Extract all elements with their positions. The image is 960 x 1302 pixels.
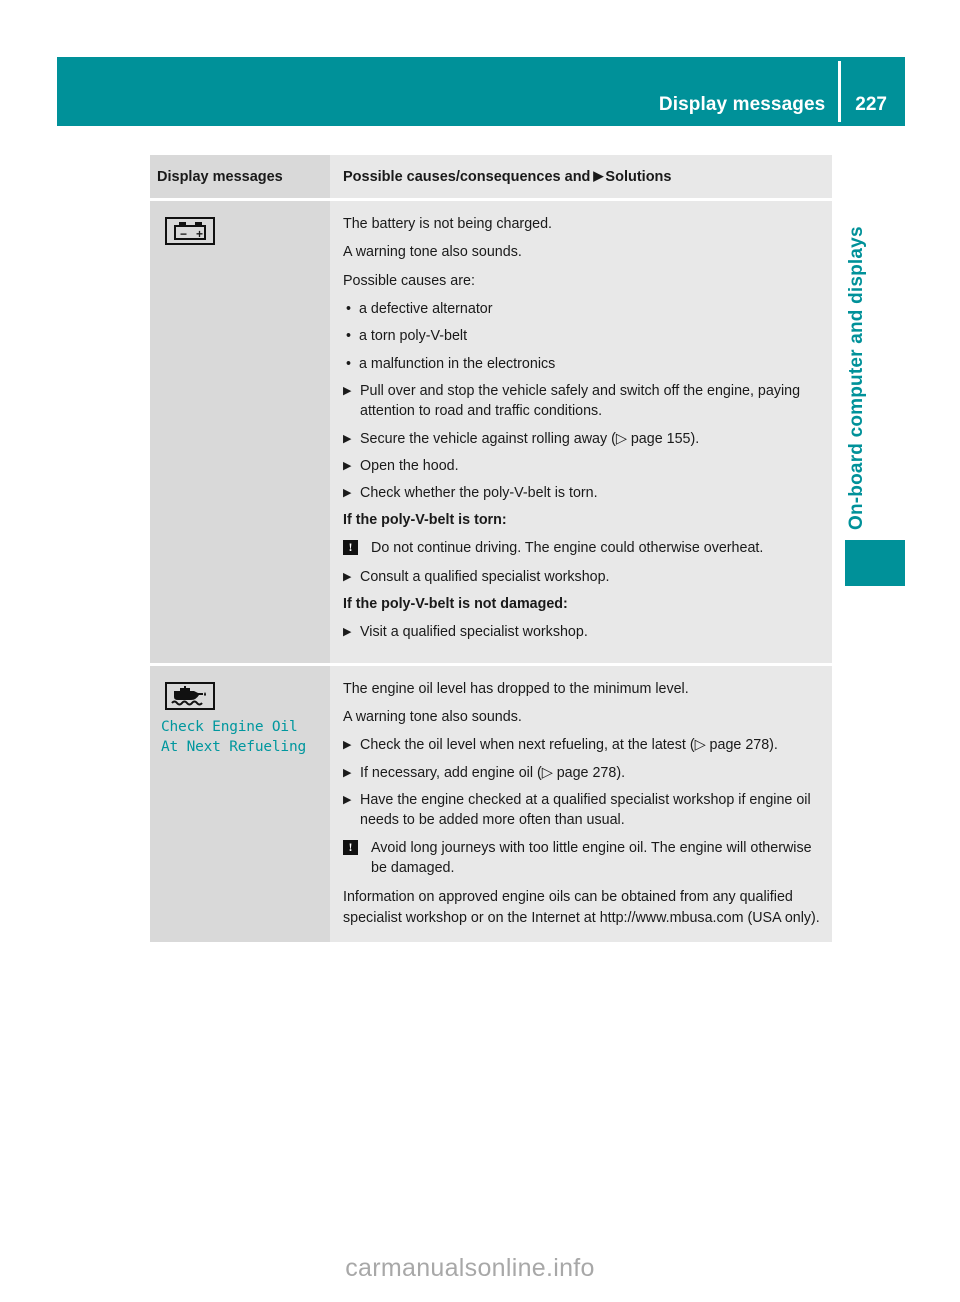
action-step-label: If necessary, add engine oil (▷ page 278… bbox=[360, 764, 626, 781]
column-header-solutions-suffix: Solutions bbox=[605, 169, 672, 185]
action-triangle-icon: ▶ bbox=[343, 487, 352, 500]
table-header-cell-solutions: Possible causes/consequences and ▶ Solutio… bbox=[330, 155, 832, 199]
action-step: ▶ Check the oil level when next refueling… bbox=[343, 735, 820, 755]
action-step-label: Pull over and stop the vehicle safely an… bbox=[360, 382, 801, 420]
paragraph: A warning tone also sounds. bbox=[343, 709, 522, 726]
paragraph: A warning tone also sounds. bbox=[343, 244, 522, 261]
watermark: carmanualsonline.info bbox=[345, 1254, 595, 1282]
action-triangle-icon: ▶ bbox=[343, 384, 352, 397]
action-triangle-icon: ▶ bbox=[343, 570, 352, 583]
cause-list-item-label: a defective alternator bbox=[359, 301, 493, 318]
cause-list-item: • a torn poly-V-belt bbox=[343, 326, 820, 346]
cause-list-item: • a defective alternator bbox=[343, 299, 820, 319]
warning-note-label: Do not continue driving. The engine coul… bbox=[371, 539, 764, 556]
action-triangle-icon: ▶ bbox=[343, 739, 352, 752]
action-step-label: Check whether the poly-V-belt is torn. bbox=[360, 485, 598, 502]
action-step: ▶ Visit a qualified specialist workshop. bbox=[343, 622, 820, 642]
action-step: ▶ Consult a qualified specialist workshop… bbox=[343, 567, 820, 587]
paragraph: Possible causes are: bbox=[343, 272, 475, 289]
column-header-solutions: Possible causes/consequences and ▶ Solutio… bbox=[343, 168, 820, 186]
table-row: Check Engine Oil At Next Refueling The e… bbox=[150, 665, 832, 942]
action-step-label: Secure the vehicle against rolling away … bbox=[360, 430, 700, 447]
column-header-solutions-prefix: Possible causes/consequences and bbox=[343, 169, 591, 185]
display-messages-table: Display messages Possible causes/consequ… bbox=[150, 155, 832, 942]
battery-plus-sign: + bbox=[196, 227, 204, 242]
row-content-cell-engine-oil: The engine oil level has dropped to the … bbox=[330, 665, 832, 942]
warning-exclamation-icon: ! bbox=[343, 539, 358, 555]
warning-exclamation-icon: ! bbox=[343, 839, 358, 855]
action-step-label: Have the engine checked at a qualified s… bbox=[360, 792, 811, 829]
table-row: − + The battery is not being charged. A w… bbox=[150, 201, 832, 663]
paragraph: Information on approved engine oils can … bbox=[343, 889, 820, 926]
action-step-label: Check the oil level when next refueling,… bbox=[360, 737, 778, 754]
action-triangle-icon: ▶ bbox=[343, 625, 352, 638]
display-message-text: Check Engine Oil At Next Refueling bbox=[161, 718, 307, 756]
page-number: 227 bbox=[855, 94, 887, 115]
action-step: ▶ Have the engine checked at a qualified … bbox=[343, 790, 820, 831]
warning-note: ! Do not continue driving. The engine cou… bbox=[343, 538, 820, 558]
action-triangle-icon: ▶ bbox=[343, 459, 352, 472]
table-header-row: Display messages Possible causes/consequ… bbox=[150, 155, 832, 199]
action-triangle-icon: ▶ bbox=[343, 794, 352, 807]
cause-list-item-label: a torn poly-V-belt bbox=[359, 328, 468, 345]
sub-heading: If the poly-V-belt is torn: bbox=[343, 512, 507, 529]
cause-list-item-label: a malfunction in the electronics bbox=[359, 355, 556, 372]
paragraph: The battery is not being charged. bbox=[343, 216, 553, 233]
bullet-icon: • bbox=[346, 328, 352, 345]
section-tab-marker bbox=[845, 540, 905, 586]
solutions-triangle-icon: ▶ bbox=[593, 168, 604, 183]
bullet-icon: • bbox=[346, 301, 352, 318]
row-message-cell-engine-oil: Check Engine Oil At Next Refueling bbox=[150, 665, 330, 942]
page-title: Display messages bbox=[658, 94, 826, 115]
column-header-display-messages: Display messages bbox=[157, 169, 283, 185]
action-step: ▶ Open the hood. bbox=[343, 456, 820, 476]
action-step-label: Open the hood. bbox=[360, 457, 459, 474]
warning-note: ! Avoid long journeys with too little eng… bbox=[343, 838, 820, 879]
warning-note-label: Avoid long journeys with too little engi… bbox=[371, 839, 812, 876]
engine-oil-glyph bbox=[171, 685, 206, 706]
engine-oil-icon bbox=[165, 681, 215, 710]
page-header-bar: Display messages 227 bbox=[57, 57, 905, 126]
row-content-cell-battery: The battery is not being charged. A warni… bbox=[330, 201, 832, 663]
paragraph: The engine oil level has dropped to the … bbox=[343, 680, 689, 697]
cause-list-item: • a malfunction in the electronics bbox=[343, 354, 820, 374]
bullet-icon: • bbox=[346, 355, 352, 372]
action-step: ▶ Check whether the poly-V-belt is torn. bbox=[343, 483, 820, 503]
sub-heading: If the poly-V-belt is not damaged: bbox=[343, 596, 568, 613]
action-triangle-icon: ▶ bbox=[343, 432, 352, 445]
action-step: ▶ Secure the vehicle against rolling away… bbox=[343, 429, 820, 449]
battery-minus-sign: − bbox=[180, 227, 188, 242]
row-message-cell-battery: − + bbox=[150, 201, 330, 663]
battery-icon: − + bbox=[165, 217, 215, 246]
action-step-label: Consult a qualified specialist workshop. bbox=[360, 568, 610, 585]
action-step: ▶ Pull over and stop the vehicle safely a… bbox=[343, 381, 820, 422]
content-blocks-engine-oil: The engine oil level has dropped to the … bbox=[343, 679, 820, 928]
action-step: ▶ If necessary, add engine oil (▷ page 27… bbox=[343, 763, 820, 783]
section-tab-label: On-board computer and displays bbox=[846, 226, 867, 530]
action-step-label: Visit a qualified specialist workshop. bbox=[360, 623, 588, 640]
table-header-cell-messages: Display messages bbox=[150, 155, 330, 199]
content-blocks-battery: The battery is not being charged. A warni… bbox=[343, 214, 820, 642]
action-triangle-icon: ▶ bbox=[343, 766, 352, 779]
